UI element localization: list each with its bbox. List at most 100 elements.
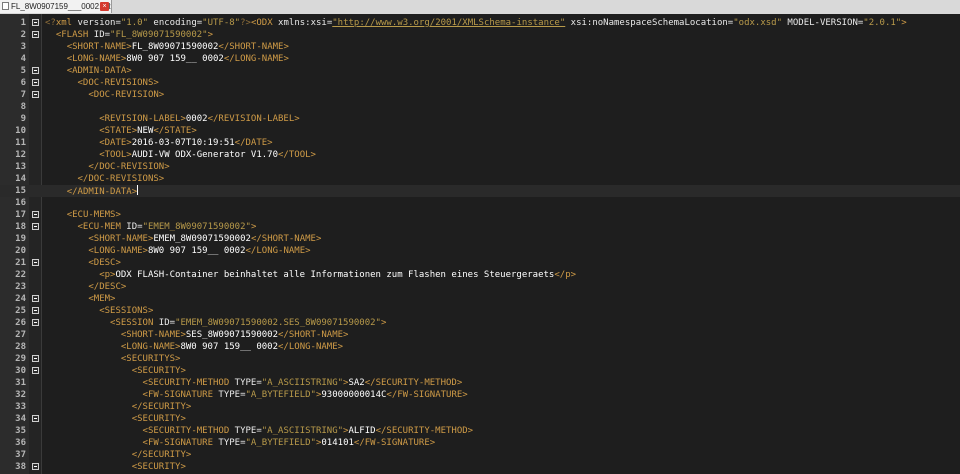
code-token: <SESSION (110, 318, 154, 328)
code-line[interactable]: 32 <FW-SIGNATURE TYPE="A_BYTEFIELD">9300… (0, 389, 960, 401)
code-line[interactable]: 33 </SECURITY> (0, 401, 960, 413)
code-line[interactable]: 22 <p>ODX FLASH-Container beinhaltet all… (0, 269, 960, 281)
code-editor[interactable]: 1 <?xml version="1.0" encoding="UTF-8"?><… (0, 14, 960, 474)
code-line[interactable]: 17 <ECU-MEMS> (0, 209, 960, 221)
code-token: </SECURITY-METHOD> (375, 426, 474, 436)
line-number: 12 (15, 150, 26, 160)
code-text: <ECU-MEM ID="EMEM_8W09071590002"> (45, 221, 257, 233)
code-line[interactable]: 27 <SHORT-NAME>SES_8W09071590002</SHORT-… (0, 329, 960, 341)
code-line[interactable]: 31 <SECURITY-METHOD TYPE="A_ASCIISTRING"… (0, 377, 960, 389)
code-line[interactable]: 29 <SECURITYS> (0, 353, 960, 365)
line-number: 32 (15, 390, 26, 400)
tab-odx-file[interactable]: FL_8W0907159___0002.odx × (0, 0, 112, 13)
code-line[interactable]: 19 <SHORT-NAME>EMEM_8W09071590002</SHORT… (0, 233, 960, 245)
code-text: <FW-SIGNATURE TYPE="A_BYTEFIELD">014101<… (45, 437, 436, 449)
fold-toggle-icon[interactable] (32, 295, 39, 302)
fold-toggle-icon[interactable] (32, 79, 39, 86)
code-token: xmlns:xsi= (272, 18, 333, 28)
code-line[interactable]: 1 <?xml version="1.0" encoding="UTF-8"?><… (0, 17, 960, 29)
code-token: </SECURITY-METHOD> (364, 378, 463, 388)
line-number: 36 (15, 438, 26, 448)
code-line[interactable]: 5 <ADMIN-DATA> (0, 65, 960, 77)
fold-toggle-icon[interactable] (32, 211, 39, 218)
code-token: ?> (240, 18, 251, 28)
code-token: ALFID (348, 426, 376, 436)
code-text: <SHORT-NAME>SES_8W09071590002</SHORT-NAM… (45, 329, 349, 341)
code-text: <SHORT-NAME>FL_8W09071590002</SHORT-NAME… (45, 41, 289, 53)
code-token: TYPE= (213, 438, 246, 448)
code-text: <DOC-REVISION> (45, 89, 164, 101)
fold-toggle-icon[interactable] (32, 463, 39, 470)
code-text: <TOOL>AUDI-VW ODX-Generator V1.70</TOOL> (45, 149, 316, 161)
fold-toggle-icon[interactable] (32, 415, 39, 422)
code-line[interactable]: 3 <SHORT-NAME>FL_8W09071590002</SHORT-NA… (0, 41, 960, 53)
fold-toggle-icon[interactable] (32, 259, 39, 266)
code-text: <LONG-NAME>8W0 907 159__ 0002</LONG-NAME… (45, 245, 310, 257)
code-line[interactable]: 20 <LONG-NAME>8W0 907 159__ 0002</LONG-N… (0, 245, 960, 257)
line-number: 30 (15, 366, 26, 376)
code-line[interactable]: 38 <SECURITY> (0, 461, 960, 473)
code-line[interactable]: 35 <SECURITY-METHOD TYPE="A_ASCIISTRING"… (0, 425, 960, 437)
code-token: <DESC> (88, 258, 121, 268)
code-token: 8W0 907 159__ 0002 (147, 246, 246, 256)
code-token: <p> (99, 270, 116, 280)
code-token: <SHORT-NAME> (120, 330, 186, 340)
code-line[interactable]: 24 <MEM> (0, 293, 960, 305)
code-token: <SHORT-NAME> (88, 234, 154, 244)
line-number: 31 (15, 378, 26, 388)
fold-toggle-icon[interactable] (32, 223, 39, 230)
code-token: <FW-SIGNATURE (142, 438, 213, 448)
fold-toggle-icon[interactable] (32, 307, 39, 314)
fold-toggle-icon[interactable] (32, 19, 39, 26)
code-line[interactable]: 26 <SESSION ID="EMEM_8W09071590002.SES_8… (0, 317, 960, 329)
code-token: <LONG-NAME> (88, 246, 148, 256)
code-line[interactable]: 10 <STATE>NEW</STATE> (0, 125, 960, 137)
code-line[interactable]: 6 <DOC-REVISIONS> (0, 77, 960, 89)
code-token: </SECURITY> (131, 402, 192, 412)
code-text: <SESSIONS> (45, 305, 153, 317)
code-line[interactable]: 16 (0, 197, 960, 209)
code-token: "A_BYTEFIELD" (245, 390, 316, 400)
line-number: 9 (20, 114, 26, 124)
code-line[interactable]: 11 <DATE>2016-03-07T10:19:51</DATE> (0, 137, 960, 149)
code-token: <ECU-MEM (77, 222, 121, 232)
fold-toggle-icon[interactable] (32, 67, 39, 74)
code-token: <ODX (250, 18, 273, 28)
code-line[interactable]: 28 <LONG-NAME>8W0 907 159__ 0002</LONG-N… (0, 341, 960, 353)
code-token: 0002 (185, 114, 208, 124)
fold-toggle-icon[interactable] (32, 91, 39, 98)
code-line[interactable]: 30 <SECURITY> (0, 365, 960, 377)
code-line[interactable]: 25 <SESSIONS> (0, 305, 960, 317)
code-line[interactable]: 18 <ECU-MEM ID="EMEM_8W09071590002"> (0, 221, 960, 233)
code-line[interactable]: 12 <TOOL>AUDI-VW ODX-Generator V1.70</TO… (0, 149, 960, 161)
code-line[interactable]: 2 <FLASH ID="FL_8W09071590002"> (0, 29, 960, 41)
code-line[interactable]: 9 <REVISION-LABEL>0002</REVISION-LABEL> (0, 113, 960, 125)
code-line[interactable]: 4 <LONG-NAME>8W0 907 159__ 0002</LONG-NA… (0, 53, 960, 65)
code-line[interactable]: 21 <DESC> (0, 257, 960, 269)
fold-toggle-icon[interactable] (32, 367, 39, 374)
fold-toggle-icon[interactable] (32, 31, 39, 38)
fold-toggle-icon[interactable] (32, 355, 39, 362)
code-line[interactable]: 23 </DESC> (0, 281, 960, 293)
code-line[interactable]: 13 </DOC-REVISION> (0, 161, 960, 173)
fold-toggle-icon[interactable] (32, 319, 39, 326)
code-line[interactable]: 8 (0, 101, 960, 113)
line-number: 19 (15, 234, 26, 244)
close-icon[interactable]: × (100, 2, 109, 11)
code-line[interactable]: 34 <SECURITY> (0, 413, 960, 425)
code-token: <SECURITY-METHOD (142, 426, 230, 436)
line-number: 24 (15, 294, 26, 304)
code-token: </LONG-NAME> (223, 54, 289, 64)
code-line[interactable]: 36 <FW-SIGNATURE TYPE="A_BYTEFIELD">0141… (0, 437, 960, 449)
code-line[interactable]: 7 <DOC-REVISION> (0, 89, 960, 101)
code-line[interactable]: 15 </ADMIN-DATA> (0, 185, 960, 197)
code-token: <LONG-NAME> (120, 342, 181, 352)
code-line[interactable]: 14 </DOC-REVISIONS> (0, 173, 960, 185)
code-line[interactable]: 37 </SECURITY> (0, 449, 960, 461)
